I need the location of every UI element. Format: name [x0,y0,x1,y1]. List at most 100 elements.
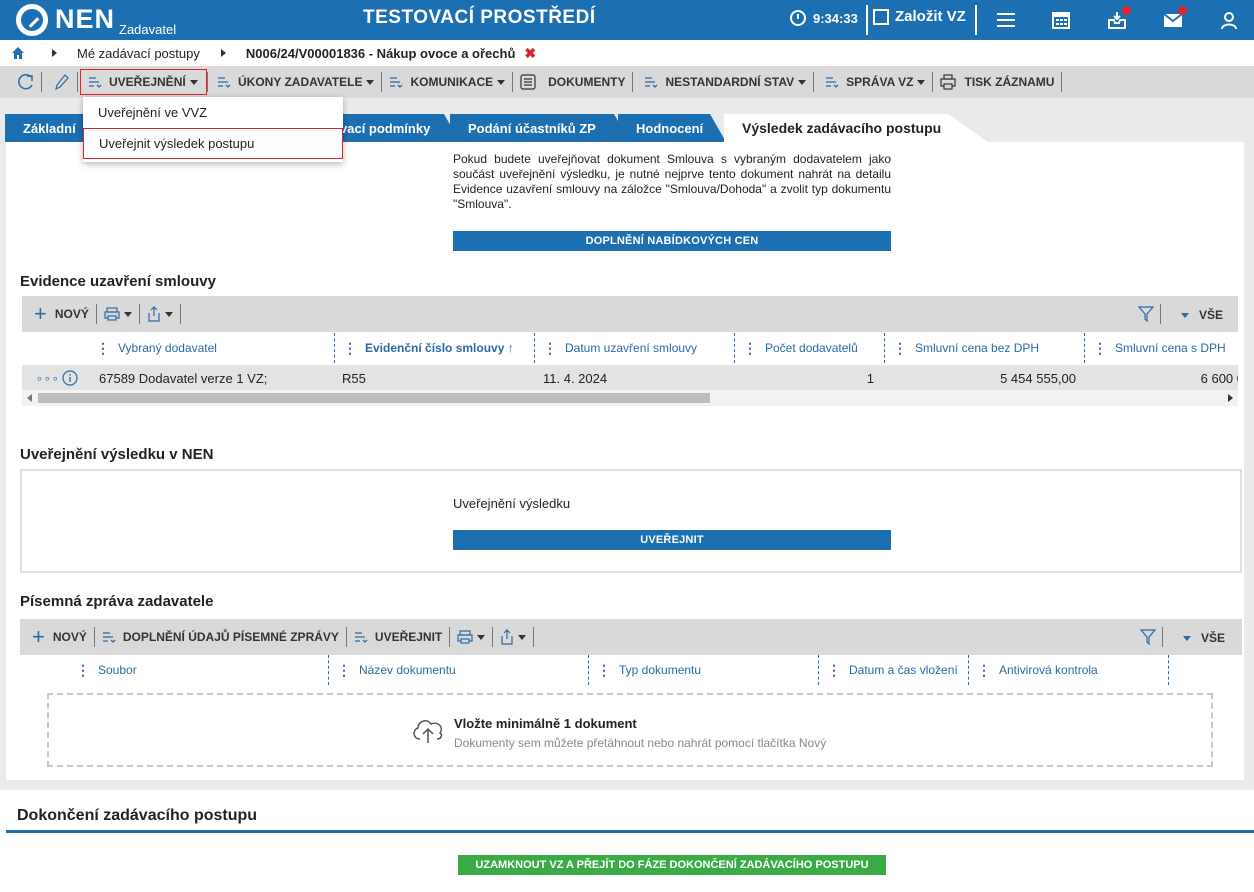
document-drop-zone[interactable]: Vložte minimálně 1 dokument Dokumenty se… [47,693,1213,767]
chevron-down-icon [477,634,486,640]
toolbar-divider [1162,627,1163,647]
breadcrumb-my-procedures[interactable]: Mé zadávací postupy [77,46,200,61]
publish-menu-button[interactable]: UVEŘEJNĚNÍ [80,69,207,95]
report-publish-label: UVEŘEJNIT [374,630,443,644]
menu-icon[interactable] [996,10,1016,30]
report-grid-toolbar: + NOVÝ DOPLNĚNÍ ÚDAJŮ PÍSEMNÉ ZPRÁVY UVEŘ… [20,619,1242,655]
actions-menu-button[interactable]: ÚKONY ZADAVATELE [210,69,381,95]
logo-ring-icon [16,4,48,36]
table-row[interactable]: ∘∘∘ 67589 Dodavatel verze 1 VZ; R55 11. … [22,365,1238,391]
column-price-vat[interactable]: ⋮ Smluvní cena s DPH [1084,333,1238,363]
column-document-name[interactable]: ⋮ Název dokumentu [328,655,588,685]
column-supplier[interactable]: ⋮ Vybraný dodavatel [88,333,334,363]
vz-management-menu-button[interactable]: SPRÁVA VZ [818,69,932,95]
column-menu-icon: ⋮ [597,662,611,678]
nen-logo[interactable]: NEN Zadavatel [16,3,176,37]
tab-submissions[interactable]: Podání účastníků ZP [450,114,630,142]
clock-icon [790,10,806,26]
contracts-share-button[interactable] [140,306,180,322]
actions-lines-icon [218,77,231,88]
report-supplement-button[interactable]: DOPLNĚNÍ ÚDAJŮ PÍSEMNÉ ZPRÁVY [95,630,346,644]
create-vz-button[interactable]: Založit VZ [873,8,966,25]
nonstandard-lines-icon [645,77,658,88]
column-menu-icon: ⋮ [743,340,757,356]
breadcrumb-current-procedure[interactable]: N006/24/V00001836 - Nákup ovoce a ořechů [246,46,516,61]
column-document-type[interactable]: ⋮ Typ dokumentu [588,655,818,685]
column-upload-time[interactable]: ⋮ Datum a čas vložení [818,655,968,685]
top-bar: NEN Zadavatel TESTOVACÍ PROSTŘEDÍ 9:34:3… [0,0,1254,40]
column-supplier-count[interactable]: ⋮ Počet dodavatelů [734,333,884,363]
column-price-no-vat-label: Smluvní cena bez DPH [915,341,1040,355]
column-file[interactable]: ⋮ Soubor [68,655,328,685]
scroll-left-icon[interactable] [27,394,32,402]
scrollbar-thumb[interactable] [38,393,710,403]
menu-item-publish-result[interactable]: Uveřejnit výsledek postupu [83,128,343,159]
tab-procedure-result[interactable]: Výsledek zadávacího postupu [724,114,988,142]
bid-prices-supplement-button[interactable]: DOPLNĚNÍ NABÍDKOVÝCH CEN [453,231,891,251]
publish-result-button[interactable]: UVEŘEJNIT [453,530,891,550]
report-publish-button[interactable]: UVEŘEJNIT [347,630,449,644]
breadcrumb-arrow-icon [52,49,57,57]
contracts-view-all-label: VŠE [1199,308,1224,322]
print-record-button[interactable]: TISK ZÁZNAMU [933,69,1061,95]
close-icon[interactable]: ✖ [524,45,536,62]
contracts-grid-header: ⋮ Vybraný dodavatel ⋮ Evidenční číslo smlo… [22,333,1238,363]
lock-and-complete-button[interactable]: UZAMKNOUT VZ A PŘEJÍT DO FÁZE DOKONČENÍ … [458,855,886,875]
publication-frame [20,469,1242,573]
column-file-label: Soubor [98,663,137,677]
report-share-button[interactable] [493,629,533,645]
cloud-upload-icon [413,720,443,743]
filter-icon[interactable] [1138,306,1154,322]
report-export-button[interactable] [450,630,492,644]
column-contract-number[interactable]: ⋮ Evidenční číslo smlouvy ↑ [334,333,534,363]
scroll-right-icon[interactable] [1228,394,1233,402]
user-icon[interactable] [1219,10,1239,30]
logo-subtitle: Zadavatel [119,22,177,37]
publication-section-title: Uveřejnění výsledku v NEN [20,446,214,463]
column-supplier-label: Vybraný dodavatel [118,341,217,355]
toolbar-divider [179,304,181,324]
report-view-all-button[interactable]: VŠE [1172,631,1232,645]
report-new-button[interactable]: + NOVÝ [20,626,94,648]
drop-zone-hint: Dokumenty sem můžete přetáhnout nebo nah… [454,736,827,750]
info-icon[interactable] [62,365,78,391]
toolbar-divider [1160,304,1161,324]
documents-button[interactable]: DOKUMENTY [513,69,632,95]
filter-icon[interactable] [1140,629,1156,645]
report-section-title: Písemná zpráva zadavatele [20,593,214,610]
home-icon[interactable] [11,46,25,60]
contracts-view-all-button[interactable]: VŠE [1170,308,1230,322]
tab-evaluation[interactable]: Hodnocení [618,114,726,142]
mail-notification-dot [1178,6,1187,15]
clock-time: 9:34:33 [813,10,858,26]
info-note: Pokud budete uveřejňovat dokument Smlouv… [453,152,891,211]
menu-item-publish-vvz[interactable]: Uveřejnění ve VVZ [83,97,343,128]
toolbar-divider [632,72,634,92]
tab-conditions-label: vací podmínky [340,120,431,136]
publication-label: Uveřejnění výsledku [453,496,571,511]
contracts-export-button[interactable] [97,307,139,321]
column-price-no-vat[interactable]: ⋮ Smluvní cena bez DPH [884,333,1084,363]
column-antivirus[interactable]: ⋮ Antivirová kontrola [968,655,1168,685]
supplement-lines-icon [102,632,116,643]
calendar-icon[interactable] [1051,10,1071,30]
nonstandard-state-menu-button[interactable]: NESTANDARDNÍ STAV [637,69,813,95]
row-actions-icon[interactable]: ∘∘∘ [36,365,60,391]
column-menu-icon: ⋮ [343,340,357,356]
horizontal-scrollbar[interactable] [22,390,1238,406]
communication-lines-icon [390,77,403,88]
cell-supplier: 67589 Dodavatel verze 1 VZ; [99,370,268,386]
cell-price-no-vat: 5 454 555,00 [1000,370,1076,386]
pencil-icon[interactable] [55,74,69,90]
environment-title: TESTOVACÍ PROSTŘEDÍ [363,7,596,28]
column-upload-time-label: Datum a čas vložení [849,663,958,677]
publish-lines-icon [89,77,102,88]
contracts-new-button[interactable]: + NOVÝ [22,303,96,325]
communication-menu-button[interactable]: KOMUNIKACE [382,69,512,95]
refresh-icon[interactable] [17,73,35,91]
column-menu-icon: ⋮ [337,662,351,678]
contracts-grid-toolbar: + NOVÝ VŠE [22,296,1238,332]
document-list-icon [520,74,536,90]
column-contract-date[interactable]: ⋮ Datum uzavření smlouvy [534,333,734,363]
toolbar-divider [813,72,815,92]
